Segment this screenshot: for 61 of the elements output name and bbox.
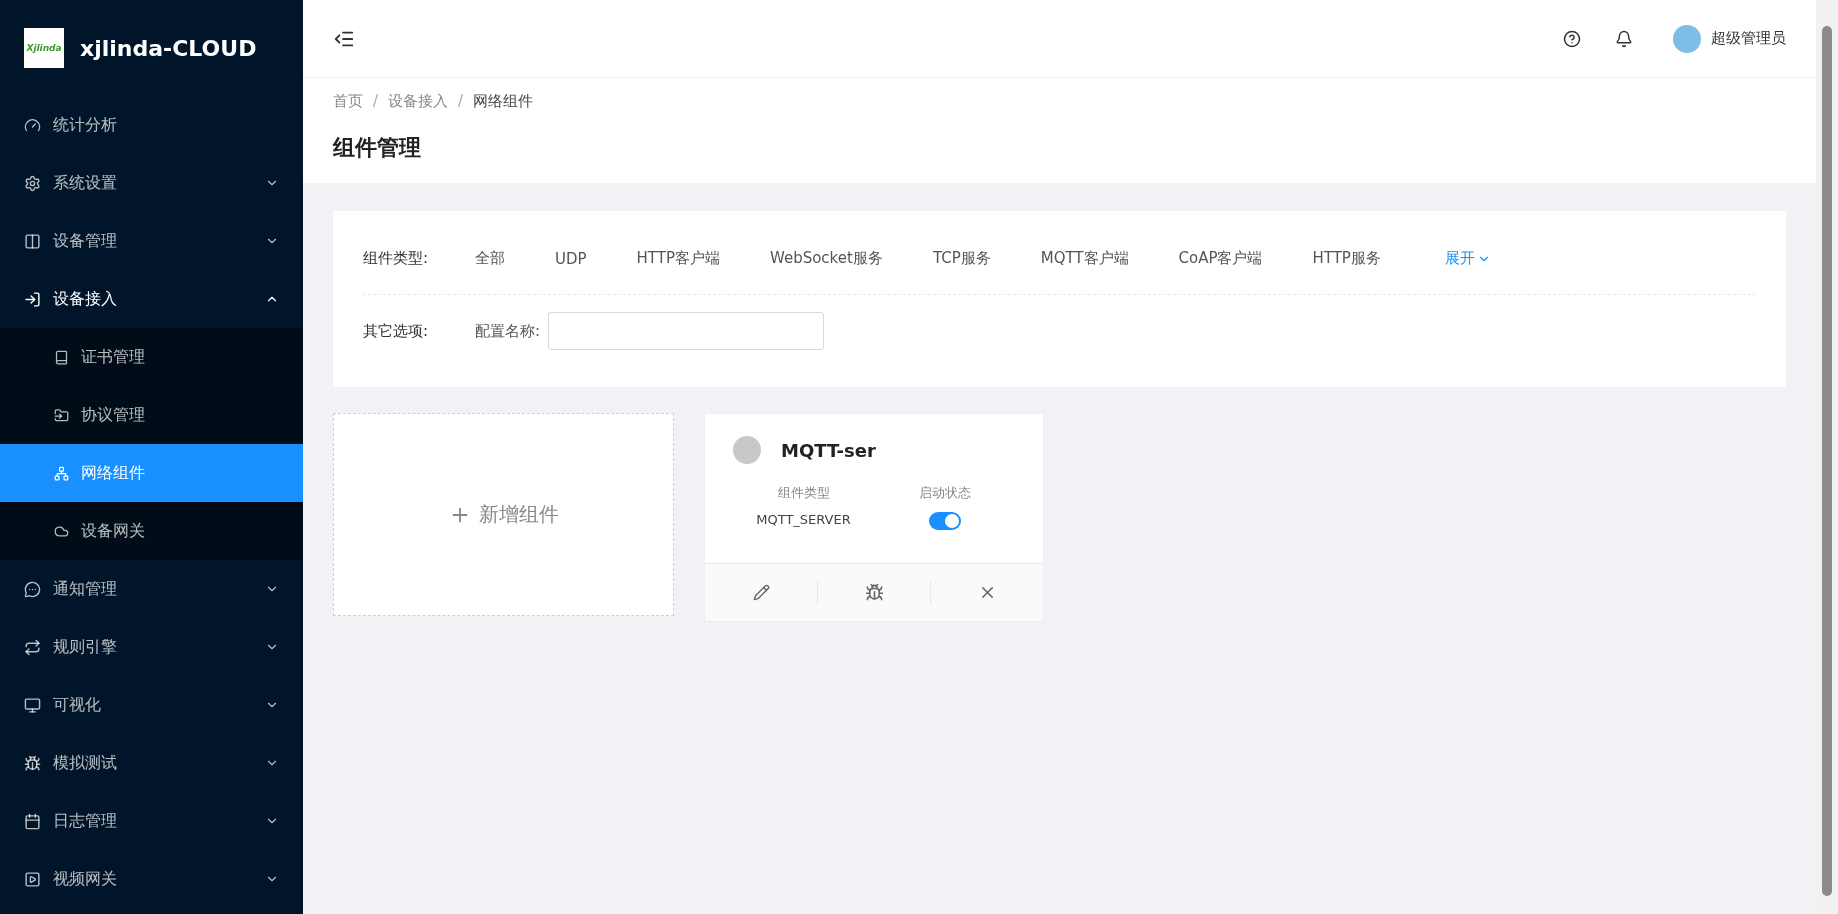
gear-icon — [24, 174, 41, 192]
network-icon — [54, 465, 69, 481]
menu-item[interactable]: 视频网关 — [0, 850, 303, 908]
type-option[interactable]: WebSocket服务 — [769, 249, 883, 268]
state-label: 启动状态 — [918, 484, 971, 502]
repeat-icon — [24, 638, 41, 656]
avatar[interactable] — [1673, 24, 1701, 53]
play-icon — [24, 870, 41, 888]
page-title: 组件管理 — [333, 134, 422, 162]
breadcrumb-separator: / — [458, 92, 464, 111]
scrollbar[interactable] — [1816, 0, 1838, 914]
breadcrumb-link[interactable]: 首页 — [333, 92, 363, 111]
type-option[interactable]: TCP服务 — [932, 249, 991, 268]
menu-item[interactable]: 通知管理 — [0, 560, 303, 618]
breadcrumb-link[interactable]: 网络组件 — [473, 92, 534, 111]
bug-icon — [24, 754, 41, 772]
cloud-icon — [54, 523, 69, 539]
menu-item[interactable]: 可视化 — [0, 676, 303, 734]
add-component-label: 新增组件 — [478, 501, 559, 528]
calendar-icon — [24, 812, 41, 830]
monitor-icon — [24, 696, 41, 714]
type-label: 组件类型 — [777, 484, 830, 502]
menu-item[interactable]: 模拟测试 — [0, 734, 303, 792]
menu-item[interactable]: 统计分析 — [0, 96, 303, 154]
add-component-card[interactable]: 新增组件 — [333, 413, 674, 616]
menu-item[interactable]: 规则引擎 — [0, 618, 303, 676]
filter-label: 组件类型: — [363, 249, 430, 268]
chat-icon — [24, 580, 41, 598]
bell-icon[interactable] — [1615, 29, 1633, 48]
filter-label: 其它选项: — [363, 321, 430, 341]
menu-item[interactable]: 系统设置 — [0, 154, 303, 212]
brand-name: xjlinda-CLOUD — [80, 35, 257, 61]
type-option[interactable]: 全部 — [475, 249, 505, 268]
help-icon[interactable] — [1563, 29, 1581, 48]
login-icon — [24, 290, 41, 308]
bug-icon — [864, 583, 884, 602]
book-icon — [54, 349, 69, 365]
submenu-item[interactable]: 设备网关 — [0, 502, 303, 560]
frame-icon — [24, 232, 41, 250]
user-name[interactable]: 超级管理员 — [1711, 29, 1786, 48]
submenu-item[interactable]: 协议管理 — [0, 386, 303, 444]
menu-item[interactable]: 日志管理 — [0, 792, 303, 850]
type-option[interactable]: HTTP服务 — [1312, 249, 1381, 268]
menu-item[interactable]: 设备接入 — [0, 270, 303, 328]
breadcrumb-separator: / — [373, 92, 379, 111]
component-name: MQTT-ser — [781, 439, 876, 461]
submenu-item[interactable]: 证书管理 — [0, 328, 303, 386]
status-switch[interactable] — [928, 512, 961, 530]
type-value: MQTT_SERVER — [756, 512, 851, 529]
folder-icon — [54, 407, 69, 423]
type-option[interactable]: CoAP客户端 — [1178, 249, 1263, 268]
field-label: 配置名称: — [475, 321, 541, 341]
type-option[interactable]: MQTT客户端 — [1040, 249, 1129, 268]
type-option[interactable]: UDP — [555, 249, 587, 268]
breadcrumb-link[interactable]: 设备接入 — [388, 92, 449, 111]
gauge-icon — [24, 116, 41, 134]
type-option[interactable]: HTTP客户端 — [636, 249, 720, 268]
menu-item[interactable]: 设备管理 — [0, 212, 303, 270]
name-input-field[interactable] — [548, 312, 825, 350]
brand-logo: Xjlinda — [24, 28, 64, 68]
pencil-icon — [752, 584, 770, 601]
